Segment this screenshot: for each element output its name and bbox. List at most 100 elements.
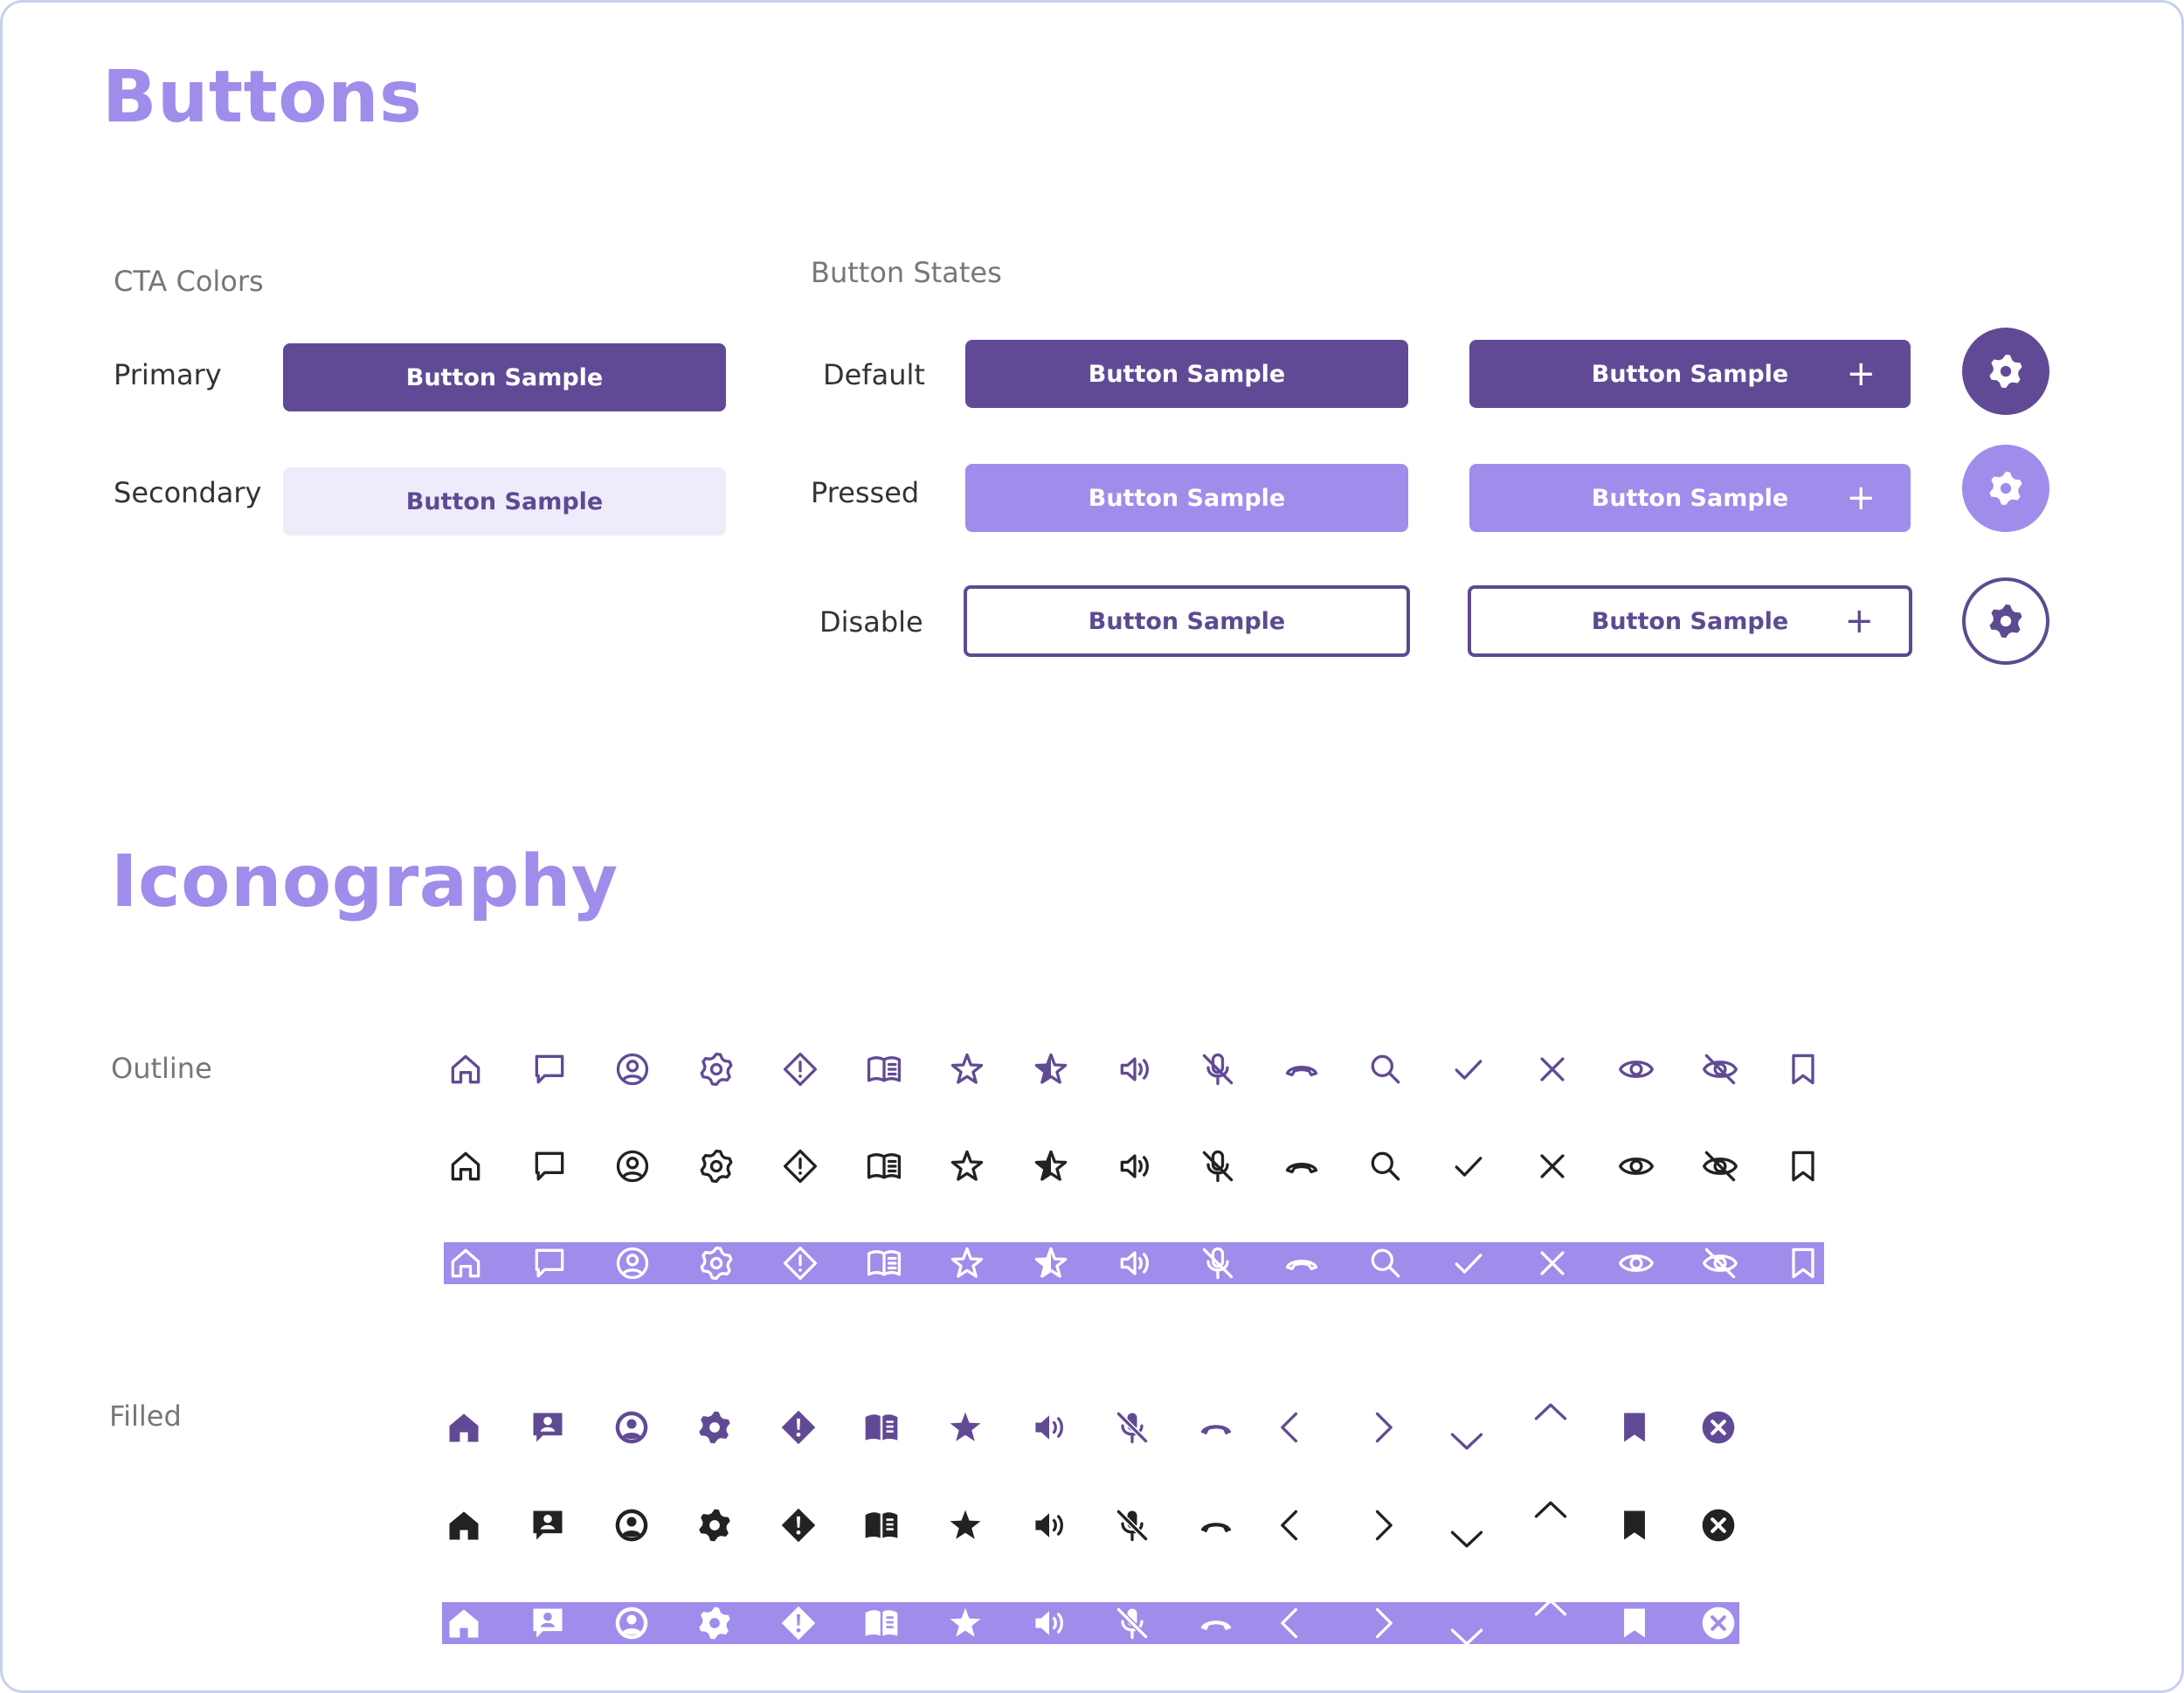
iconography-title: Iconography [111, 840, 619, 923]
gear-icon [697, 1244, 736, 1282]
volume-icon [1116, 1050, 1154, 1088]
disable-state-plus-button[interactable]: Button Sample + [1468, 585, 1912, 657]
mic-off-icon [1113, 1506, 1151, 1544]
mic-off-icon [1113, 1408, 1151, 1447]
chevron-up-icon [1531, 1398, 1570, 1436]
home-icon [445, 1408, 483, 1447]
primary-button-label: Button Sample [405, 363, 604, 391]
star-half-icon [1032, 1050, 1070, 1088]
eye-icon [1617, 1050, 1655, 1088]
contact-card-icon [529, 1408, 567, 1447]
buttons-title: Buttons [102, 56, 423, 139]
disable-state-plus-button-label: Button Sample [1591, 607, 1789, 635]
chevron-down-icon [1448, 1613, 1486, 1651]
gear-icon [1986, 601, 2026, 641]
chevron-right-icon [1364, 1408, 1402, 1447]
warning-diamond-icon [781, 1244, 819, 1282]
volume-icon [1030, 1506, 1068, 1544]
gear-icon [695, 1506, 734, 1544]
gear-icon [695, 1408, 734, 1447]
gear-icon [1986, 468, 2026, 508]
search-icon [1366, 1147, 1405, 1185]
plus-icon: + [1846, 478, 1876, 518]
home-icon [446, 1050, 485, 1088]
check-icon [1449, 1147, 1488, 1185]
close-circle-icon [1699, 1506, 1738, 1544]
plus-icon: + [1846, 354, 1876, 394]
home-icon [445, 1506, 483, 1544]
warning-diamond-icon [781, 1050, 819, 1088]
warning-diamond-icon [779, 1506, 818, 1544]
mic-off-icon [1199, 1050, 1237, 1088]
close-icon [1533, 1244, 1572, 1282]
pressed-state-plus-button-label: Button Sample [1591, 484, 1789, 512]
user-circle-icon [612, 1506, 651, 1544]
user-circle-icon [612, 1604, 651, 1642]
phone-hangup-icon [1282, 1244, 1321, 1282]
pressed-state-button-label: Button Sample [1088, 484, 1286, 512]
mic-off-icon [1199, 1244, 1237, 1282]
secondary-label: Secondary [114, 476, 262, 509]
book-icon [865, 1147, 903, 1185]
eye-off-icon [1701, 1050, 1739, 1088]
default-state-plus-button-label: Button Sample [1591, 360, 1789, 388]
default-state-button[interactable]: Button Sample [965, 340, 1408, 408]
gear-icon [1986, 351, 2026, 391]
warning-diamond-icon [779, 1408, 818, 1447]
primary-label: Primary [114, 358, 222, 391]
chat-icon [530, 1244, 569, 1282]
default-state-plus-button[interactable]: Button Sample + [1469, 340, 1911, 408]
secondary-button-label: Button Sample [405, 487, 604, 515]
check-icon [1449, 1244, 1488, 1282]
warning-diamond-icon [779, 1604, 818, 1642]
disable-state-button[interactable]: Button Sample [964, 585, 1410, 657]
warning-diamond-icon [781, 1147, 819, 1185]
star-half-icon [1032, 1147, 1070, 1185]
mic-off-icon [1199, 1147, 1237, 1185]
chevron-up-icon [1531, 1593, 1570, 1632]
close-circle-icon [1699, 1408, 1738, 1447]
eye-icon [1617, 1244, 1655, 1282]
home-icon [445, 1604, 483, 1642]
primary-button[interactable]: Button Sample [283, 343, 726, 411]
star-icon [946, 1506, 985, 1544]
default-label: Default [823, 358, 925, 391]
star-icon [948, 1050, 986, 1088]
user-circle-icon [612, 1408, 651, 1447]
book-icon [862, 1408, 901, 1447]
chat-icon [530, 1147, 569, 1185]
home-icon [446, 1147, 485, 1185]
pressed-state-plus-button[interactable]: Button Sample + [1469, 464, 1911, 532]
chevron-down-icon [1448, 1515, 1486, 1553]
gear-icon [697, 1050, 736, 1088]
close-icon [1533, 1147, 1572, 1185]
star-icon [946, 1604, 985, 1642]
filled-label: Filled [109, 1399, 182, 1433]
phone-hangup-icon [1197, 1506, 1235, 1544]
pressed-state-button[interactable]: Button Sample [965, 464, 1408, 532]
phone-hangup-icon [1197, 1604, 1235, 1642]
pressed-state-icon-button[interactable] [1962, 445, 2049, 532]
plus-icon: + [1844, 601, 1874, 641]
chevron-left-icon [1271, 1604, 1310, 1642]
volume-icon [1116, 1244, 1154, 1282]
disable-state-icon-button[interactable] [1962, 577, 2049, 665]
gear-icon [697, 1147, 736, 1185]
eye-off-icon [1701, 1147, 1739, 1185]
eye-icon [1617, 1147, 1655, 1185]
chat-icon [530, 1050, 569, 1088]
phone-hangup-icon [1282, 1147, 1321, 1185]
star-icon [946, 1408, 985, 1447]
close-icon [1533, 1050, 1572, 1088]
search-icon [1366, 1244, 1405, 1282]
book-icon [862, 1506, 901, 1544]
volume-icon [1030, 1604, 1068, 1642]
secondary-button[interactable]: Button Sample [283, 467, 726, 536]
close-circle-icon [1699, 1604, 1738, 1642]
check-icon [1449, 1050, 1488, 1088]
volume-icon [1030, 1408, 1068, 1447]
mic-off-icon [1113, 1604, 1151, 1642]
star-icon [948, 1147, 986, 1185]
default-state-icon-button[interactable] [1962, 328, 2049, 415]
phone-hangup-icon [1282, 1050, 1321, 1088]
